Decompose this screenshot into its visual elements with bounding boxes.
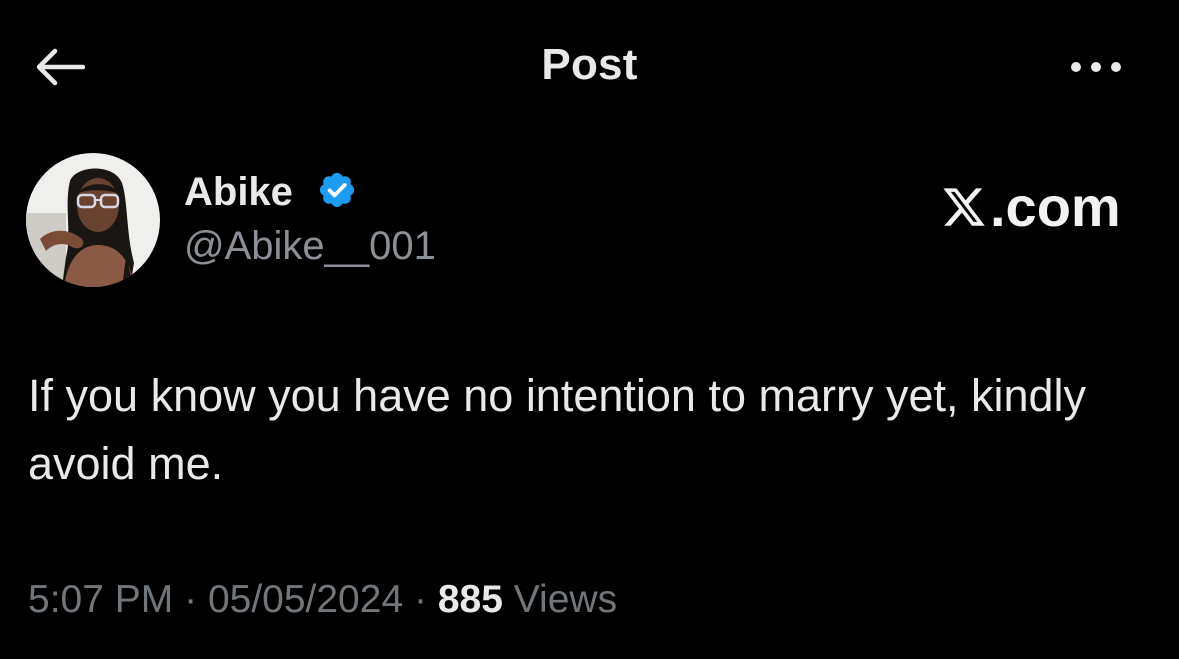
- views-label: Views: [513, 578, 618, 621]
- meta-separator: ·: [413, 578, 427, 621]
- post-text: If you know you have no intention to mar…: [28, 370, 1087, 489]
- x-com-watermark: .com: [940, 174, 1121, 239]
- top-bar: Post: [0, 0, 1179, 135]
- meta-separator: ·: [184, 578, 198, 621]
- verified-badge-icon: [319, 172, 355, 208]
- author-display-name[interactable]: Abike: [184, 170, 293, 215]
- post-date[interactable]: 05/05/2024: [208, 578, 403, 621]
- watermark-text: .com: [990, 175, 1121, 238]
- avatar[interactable]: [26, 153, 160, 287]
- page-title: Post: [541, 40, 638, 89]
- post-meta: 5:07 PM · 05/05/2024 · 885 Views: [28, 578, 617, 622]
- views-count[interactable]: 885: [438, 578, 503, 621]
- post-time[interactable]: 5:07 PM: [28, 578, 173, 621]
- more-horizontal-icon: [1071, 62, 1121, 72]
- more-options-button[interactable]: [1058, 44, 1134, 90]
- x-logo-icon: [943, 187, 985, 226]
- avatar-image: [26, 153, 160, 287]
- author-handle[interactable]: @Abike__001: [184, 224, 436, 269]
